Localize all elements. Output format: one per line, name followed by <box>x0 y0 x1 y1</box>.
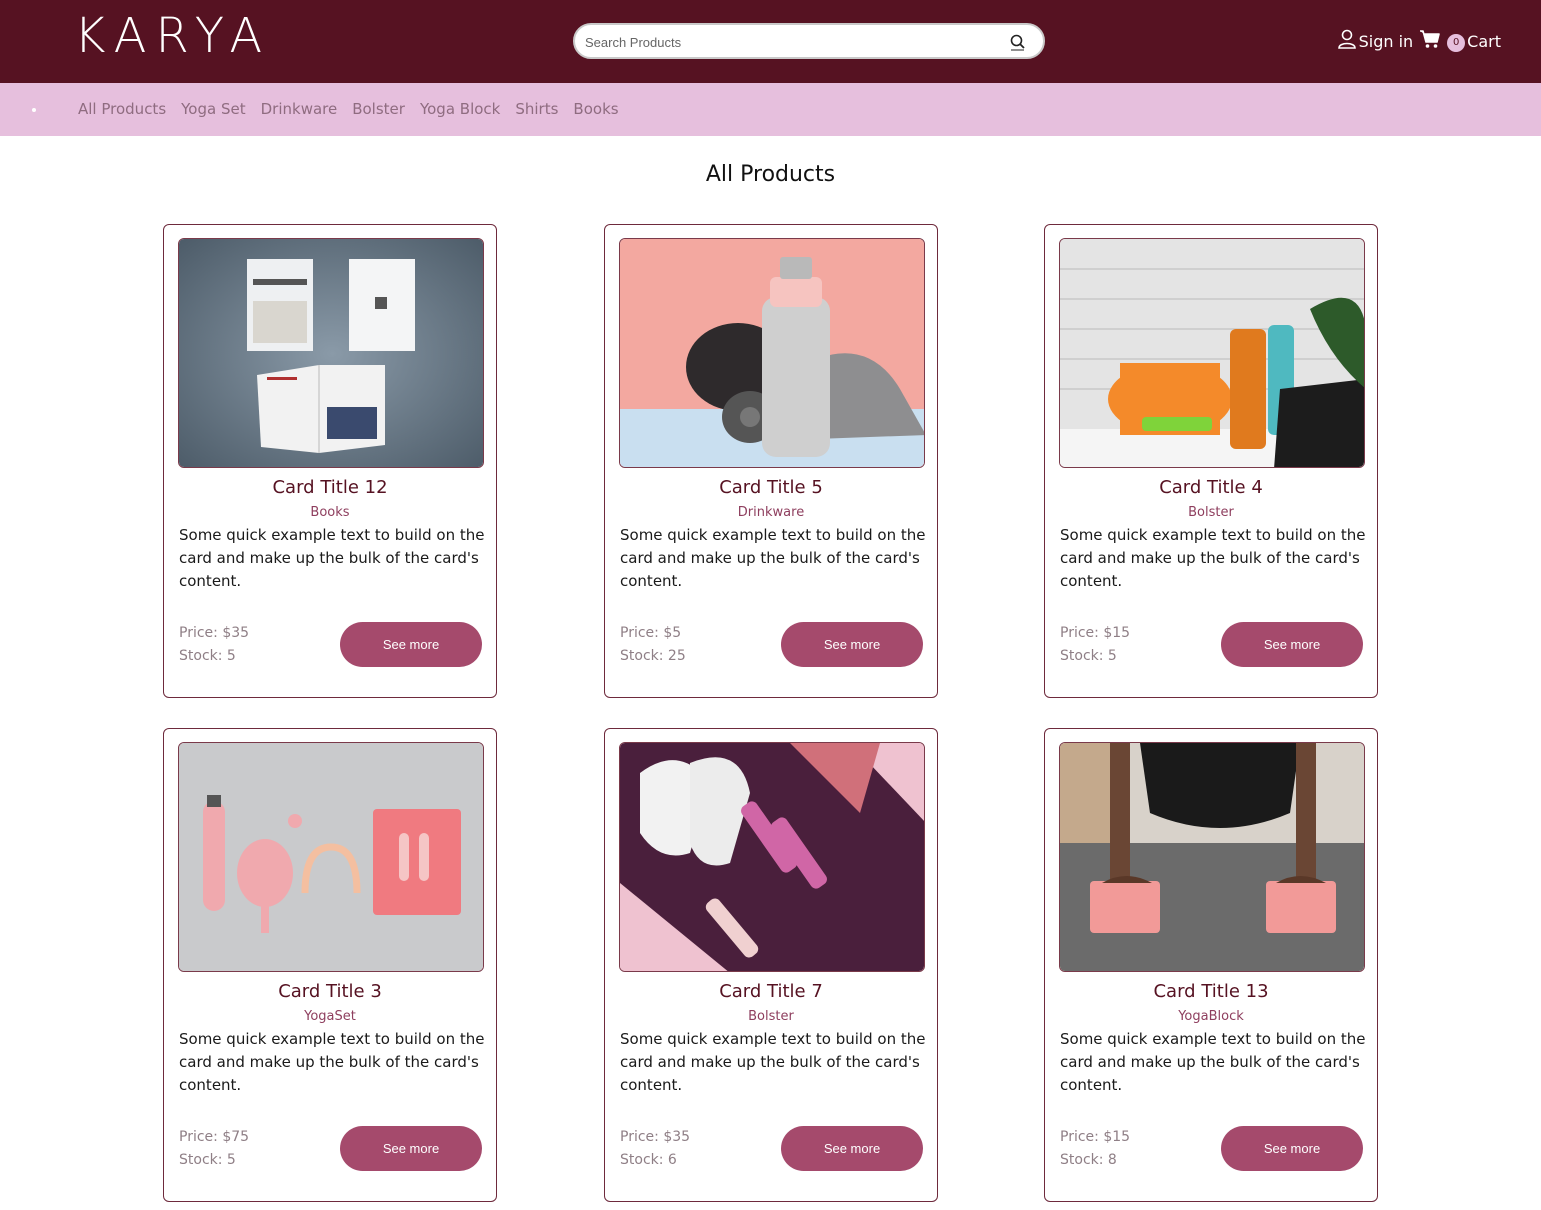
page-title: All Products <box>705 162 836 187</box>
nav-item-books[interactable]: Books <box>573 99 618 119</box>
card-price: Price: $35 <box>620 1129 691 1145</box>
cart-link[interactable]: 0 Cart <box>1419 29 1501 53</box>
product-image[interactable] <box>1059 238 1365 468</box>
category-nav: All Products Yoga Set Drinkware Bolster … <box>0 83 1541 136</box>
see-more-button[interactable]: See more <box>1221 1126 1363 1171</box>
signin-link[interactable]: Sign in <box>1337 29 1414 53</box>
cart-label: Cart <box>1467 31 1501 51</box>
card-description: Some quick example text to build on the … <box>620 526 926 590</box>
signin-label: Sign in <box>1358 31 1414 51</box>
see-more-button[interactable]: See more <box>340 1126 482 1171</box>
card-category: YogaSet <box>304 1009 356 1024</box>
card-category: Bolster <box>1188 505 1234 520</box>
see-more-button[interactable]: See more <box>781 622 923 667</box>
nav-item-bolster[interactable]: Bolster <box>352 99 405 119</box>
see-more-button[interactable]: See more <box>340 622 482 667</box>
card-price: Price: $15 <box>1060 1129 1131 1145</box>
card-stock: Stock: 25 <box>620 648 686 664</box>
brand-logo[interactable]: KARYA <box>74 8 271 64</box>
nav-dot <box>32 108 36 112</box>
nav-item-all-products[interactable]: All Products <box>78 99 166 119</box>
card-price: Price: $35 <box>179 625 250 641</box>
user-icon <box>1337 29 1359 53</box>
card-description: Some quick example text to build on the … <box>620 1030 926 1094</box>
card-title: Card Title 7 <box>719 981 823 1002</box>
cart-icon <box>1419 29 1441 53</box>
product-image[interactable] <box>178 742 484 972</box>
card-category: Books <box>310 505 350 520</box>
card-category: Bolster <box>748 1009 794 1024</box>
cart-count-badge: 0 <box>1447 34 1466 52</box>
card-description: Some quick example text to build on the … <box>179 526 485 590</box>
product-card: Card Title 13 YogaBlock Some quick examp… <box>1044 728 1378 1202</box>
product-image[interactable] <box>619 238 925 468</box>
product-image[interactable] <box>619 742 925 972</box>
card-stock: Stock: 5 <box>179 648 236 664</box>
card-title: Card Title 12 <box>272 477 388 498</box>
card-stock: Stock: 6 <box>620 1152 677 1168</box>
card-price: Price: $75 <box>179 1129 250 1145</box>
product-card: Card Title 4 Bolster Some quick example … <box>1044 224 1378 698</box>
see-more-button[interactable]: See more <box>781 1126 923 1171</box>
nav-item-shirts[interactable]: Shirts <box>515 99 558 119</box>
search-icon[interactable] <box>1009 33 1027 51</box>
nav-item-yoga-block[interactable]: Yoga Block <box>420 99 500 119</box>
account-area: Sign in 0 Cart <box>1337 27 1501 55</box>
product-card: Card Title 5 Drinkware Some quick exampl… <box>604 224 938 698</box>
search-bar <box>573 23 1045 59</box>
card-price: Price: $5 <box>620 625 682 641</box>
see-more-button[interactable]: See more <box>1221 622 1363 667</box>
card-title: Card Title 13 <box>1153 981 1269 1002</box>
search-input[interactable] <box>585 31 995 53</box>
card-title: Card Title 4 <box>1159 477 1263 498</box>
product-card: Card Title 7 Bolster Some quick example … <box>604 728 938 1202</box>
card-title: Card Title 5 <box>719 477 823 498</box>
nav-item-drinkware[interactable]: Drinkware <box>261 99 338 119</box>
card-description: Some quick example text to build on the … <box>1060 526 1366 590</box>
card-category: YogaBlock <box>1178 1009 1244 1024</box>
card-title: Card Title 3 <box>278 981 382 1002</box>
card-description: Some quick example text to build on the … <box>1060 1030 1366 1094</box>
product-card: Card Title 3 YogaSet Some quick example … <box>163 728 497 1202</box>
card-price: Price: $15 <box>1060 625 1131 641</box>
card-stock: Stock: 8 <box>1060 1152 1117 1168</box>
card-category: Drinkware <box>737 505 805 520</box>
product-image[interactable] <box>178 238 484 468</box>
card-description: Some quick example text to build on the … <box>179 1030 485 1094</box>
top-header: KARYA Sign in 0 Cart <box>0 0 1541 83</box>
product-card: Card Title 12 Books Some quick example t… <box>163 224 497 698</box>
product-image[interactable] <box>1059 742 1365 972</box>
nav-item-yoga-set[interactable]: Yoga Set <box>181 99 245 119</box>
card-stock: Stock: 5 <box>179 1152 236 1168</box>
card-stock: Stock: 5 <box>1060 648 1117 664</box>
